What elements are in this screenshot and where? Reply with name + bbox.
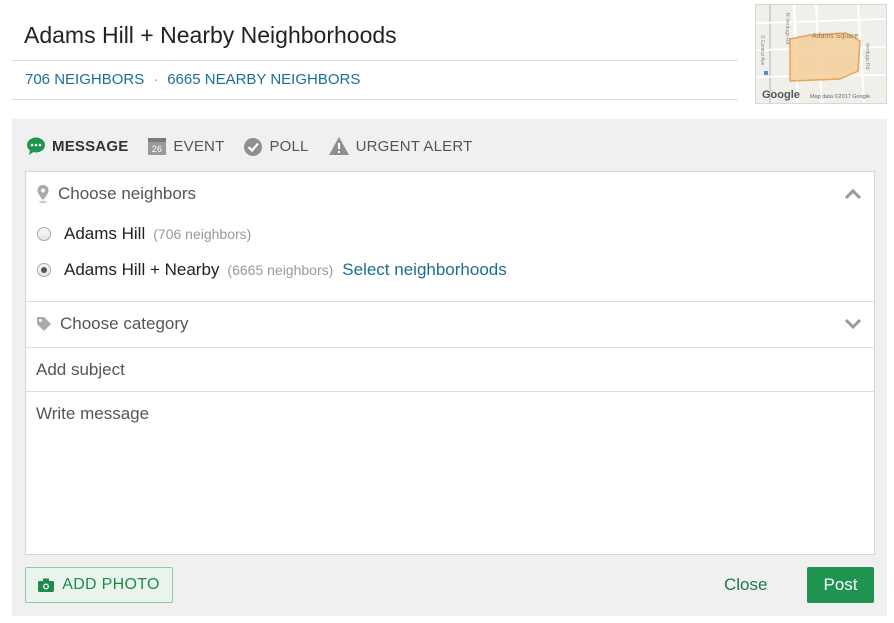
chat-bubble-icon	[27, 137, 45, 155]
svg-text:N Verdugo Rd: N Verdugo Rd	[784, 13, 790, 45]
divider	[12, 60, 738, 61]
add-photo-label: ADD PHOTO	[62, 576, 160, 593]
chevron-down-icon[interactable]	[844, 318, 862, 330]
choose-category-toggle[interactable]: Choose category	[36, 314, 189, 334]
camera-icon	[38, 578, 55, 592]
svg-text:26: 26	[152, 144, 162, 154]
select-neighborhoods-link[interactable]: Select neighborhoods	[342, 260, 506, 280]
tab-label: POLL	[269, 137, 309, 155]
close-button[interactable]: Close	[724, 575, 767, 595]
page-title: Adams Hill + Nearby Neighborhoods	[24, 22, 397, 48]
choose-category-label: Choose category	[60, 314, 189, 333]
choose-neighbors-toggle[interactable]: Choose neighbors	[36, 184, 196, 204]
neighbors-link[interactable]: 706 NEIGHBORS	[25, 71, 144, 88]
subject-input[interactable]: Add subject	[36, 360, 125, 380]
nearby-neighbors-link[interactable]: 6665 NEARBY NEIGHBORS	[167, 71, 360, 88]
divider	[26, 301, 874, 302]
radio-button[interactable]	[37, 227, 51, 241]
audience-option-adams-hill[interactable]: Adams Hill (706 neighbors)	[37, 224, 251, 244]
option-count: (6665 neighbors)	[227, 262, 334, 278]
svg-text:S Central Ave: S Central Ave	[759, 35, 765, 66]
option-name: Adams Hill	[64, 224, 146, 243]
check-circle-icon	[244, 138, 263, 156]
location-pin-icon	[37, 185, 49, 204]
tab-urgent-alert[interactable]: URGENT ALERT	[328, 136, 473, 156]
post-button[interactable]: Post	[807, 567, 874, 603]
tab-label: EVENT	[173, 137, 225, 155]
tab-message[interactable]: MESSAGE	[26, 137, 128, 155]
compose-form: Choose neighbors Adams Hill (706 neighbo…	[25, 171, 875, 555]
neighborhood-map[interactable]: S Central Ave N Verdugo Rd Verdugo Rd Ad…	[755, 4, 887, 104]
svg-text:Adams Square: Adams Square	[812, 33, 858, 40]
svg-text:Map data ©2017 Google: Map data ©2017 Google	[810, 93, 870, 100]
divider	[26, 391, 874, 392]
option-count: (706 neighbors)	[153, 226, 252, 242]
audience-option-adams-hill-nearby[interactable]: Adams Hill + Nearby (6665 neighbors) Sel…	[37, 260, 507, 280]
tab-event[interactable]: 26 EVENT	[147, 136, 224, 156]
map-graphic: S Central Ave N Verdugo Rd Verdugo Rd Ad…	[756, 5, 886, 103]
separator: ·	[153, 71, 159, 88]
tab-label: URGENT ALERT	[355, 137, 473, 155]
tag-icon	[37, 317, 51, 331]
tab-label: MESSAGE	[52, 137, 129, 155]
choose-neighbors-label: Choose neighbors	[58, 184, 196, 203]
warning-icon	[328, 137, 349, 155]
radio-button-selected[interactable]	[37, 263, 51, 277]
option-name: Adams Hill + Nearby	[64, 260, 220, 279]
divider	[12, 99, 738, 100]
tab-poll[interactable]: POLL	[243, 136, 308, 156]
add-photo-button[interactable]: ADD PHOTO	[25, 567, 173, 603]
svg-text:Google: Google	[762, 89, 800, 101]
divider	[26, 347, 874, 348]
svg-text:Verdugo Rd: Verdugo Rd	[864, 43, 870, 70]
page-header: Adams Hill + Nearby Neighborhoods 706 NE…	[12, 0, 738, 101]
post-type-tabs: MESSAGE 26 EVENT POLL URGENT ALERT	[26, 135, 492, 157]
message-textarea[interactable]: Write message	[36, 404, 149, 424]
chevron-up-icon[interactable]	[844, 188, 862, 200]
calendar-icon: 26	[148, 138, 167, 155]
neighbor-counts: 706 NEIGHBORS · 6665 NEARBY NEIGHBORS	[25, 71, 360, 88]
